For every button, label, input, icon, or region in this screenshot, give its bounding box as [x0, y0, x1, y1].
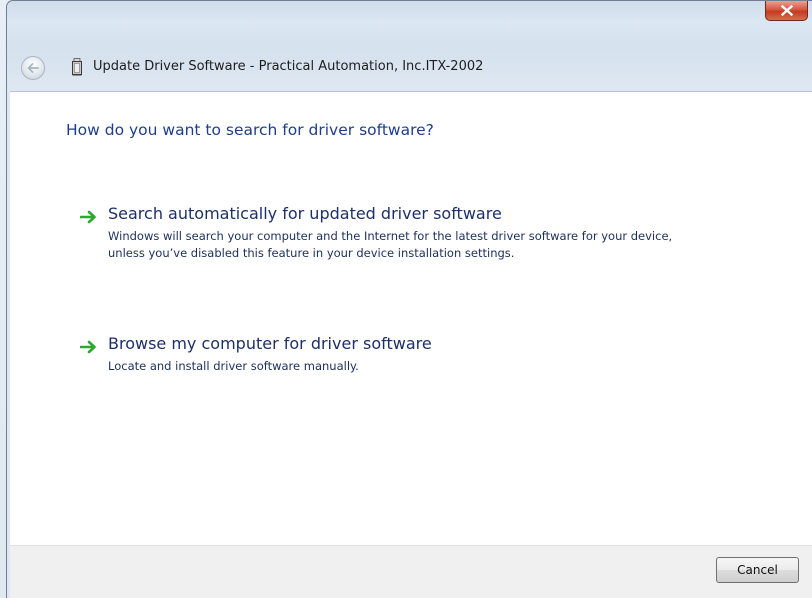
back-button[interactable] — [21, 56, 45, 80]
option-title: Search automatically for updated driver … — [108, 204, 502, 223]
close-icon — [780, 5, 793, 16]
dialog-footer: Cancel — [10, 545, 812, 598]
screen: Update Driver Software - Practical Autom… — [0, 0, 812, 598]
green-arrow-icon — [80, 210, 96, 224]
browse-computer-option[interactable]: Browse my computer for driver software L… — [76, 334, 716, 374]
printer-device-icon — [72, 58, 82, 76]
green-arrow-icon — [80, 340, 96, 354]
close-button[interactable] — [765, 1, 808, 21]
content-panel: How do you want to search for driver sof… — [10, 91, 812, 545]
search-automatically-option[interactable]: Search automatically for updated driver … — [76, 204, 716, 284]
back-arrow-icon — [27, 63, 39, 73]
update-driver-dialog: Update Driver Software - Practical Autom… — [6, 0, 812, 598]
option-description: Windows will search your computer and th… — [108, 229, 673, 260]
option-description: Locate and install driver software manua… — [108, 359, 359, 373]
cancel-button[interactable]: Cancel — [716, 557, 799, 583]
dialog-title: Update Driver Software - Practical Autom… — [93, 59, 484, 74]
option-title: Browse my computer for driver software — [108, 334, 432, 353]
page-heading: How do you want to search for driver sof… — [66, 121, 434, 139]
